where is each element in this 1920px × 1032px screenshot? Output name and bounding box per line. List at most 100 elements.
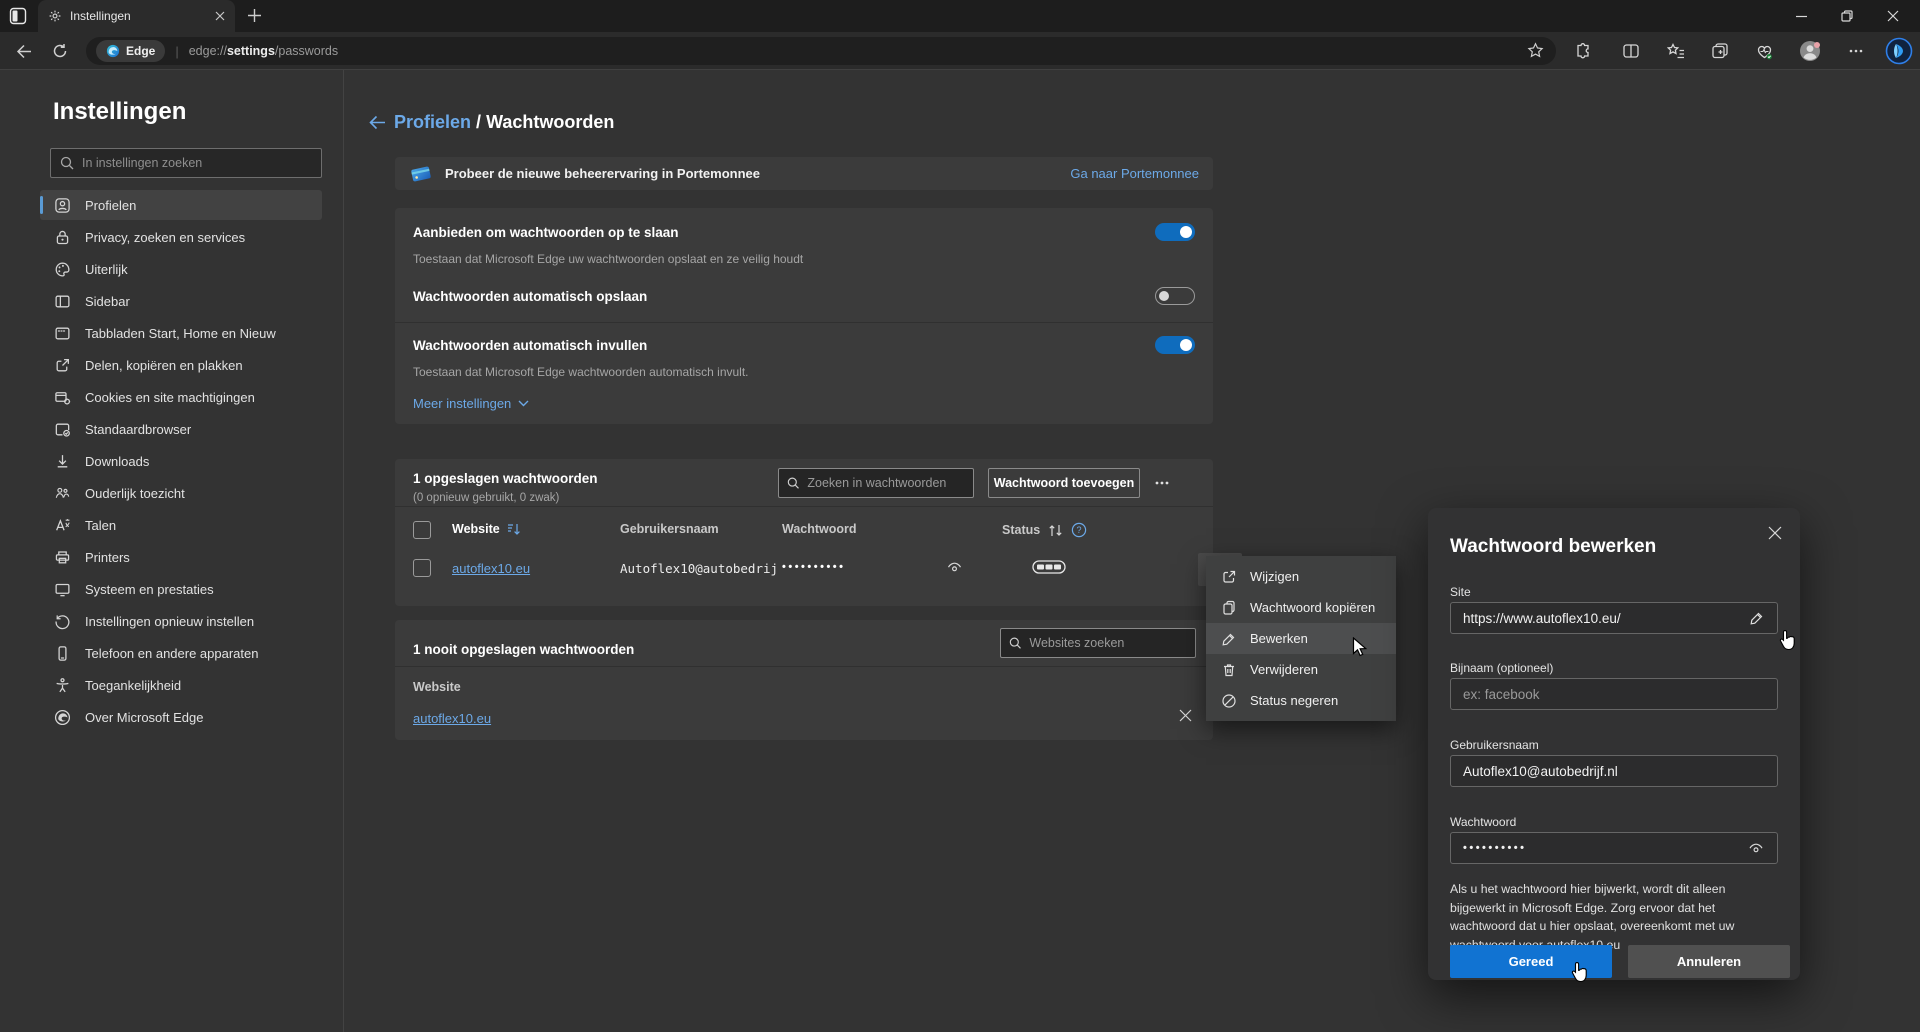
sidebar-item-toegankelijkheid[interactable]: Toegankelijkheid [40,670,322,700]
menu-item-status-negeren[interactable]: Status negeren [1206,685,1396,716]
sidebar-item-label: Standaardbrowser [85,422,191,437]
menu-item-wijzigen[interactable]: Wijzigen [1206,561,1396,592]
password-field[interactable] [1450,832,1778,864]
nickname-field[interactable] [1450,678,1778,710]
saved-more-icon[interactable] [1153,475,1171,491]
row-website-link[interactable]: autoflex10.eu [452,561,530,576]
breadcrumb-back-icon[interactable] [368,114,387,131]
copilot-icon[interactable] [1884,36,1914,66]
column-website[interactable]: Website [452,522,500,536]
site-input[interactable] [1463,611,1749,626]
restore-button[interactable] [1824,0,1870,32]
close-window-button[interactable] [1870,0,1916,32]
offer-save-description: Toestaan dat Microsoft Edge uw wachtwoor… [413,252,803,266]
username-field[interactable] [1450,755,1778,787]
profile-icon [54,197,71,214]
menu-item-wachtwoord-kopieren[interactable]: Wachtwoord kopiëren [1206,592,1396,623]
password-search-box[interactable] [778,468,974,498]
sidebar-item-downloads[interactable]: Downloads [40,446,322,476]
open-external-icon [1221,569,1237,585]
username-input[interactable] [1463,764,1765,779]
sidebar-item-cookies[interactable]: Cookies en site machtigingen [40,382,322,412]
dialog-title: Wachtwoord bewerken [1450,536,1656,558]
settings-search-box[interactable] [50,148,322,178]
dialog-close-icon[interactable] [1768,526,1782,540]
url-text: edge://settings/passwords [189,44,338,58]
minimize-button[interactable] [1778,0,1824,32]
remove-never-saved-icon[interactable] [1179,709,1192,722]
menu-item-bewerken[interactable]: Bewerken [1206,623,1396,654]
sidebar-item-label: Ouderlijk toezicht [85,486,185,501]
favorite-star-icon[interactable] [1527,42,1544,59]
back-icon[interactable] [12,39,36,63]
never-saved-website-link[interactable]: autoflex10.eu [413,711,491,726]
offer-save-toggle[interactable] [1155,223,1195,241]
tab-activities-icon[interactable] [9,7,27,25]
edit-site-pencil-icon[interactable] [1749,610,1765,626]
chip-separator: | [175,44,178,59]
tab-close-icon[interactable] [215,11,225,21]
column-status[interactable]: Status [1002,523,1040,537]
sort-descending-icon[interactable] [507,523,521,536]
copy-icon [1221,600,1237,616]
auto-save-toggle[interactable] [1155,287,1195,305]
select-all-checkbox[interactable] [413,521,431,539]
show-password-icon[interactable] [946,559,963,575]
browser-essentials-icon[interactable] [1752,39,1776,63]
reveal-password-icon[interactable] [1747,840,1765,856]
new-tab-button[interactable] [247,8,262,23]
sidebar-item-printers[interactable]: Printers [40,542,322,572]
sidebar-item-delen[interactable]: Delen, kopiëren en plakken [40,350,322,380]
add-password-button[interactable]: Wachtwoord toevoegen [988,468,1140,498]
sidebar-item-telefoon[interactable]: Telefoon en andere apparaten [40,638,322,668]
settings-search-input[interactable] [82,156,302,170]
sidebar-item-label: Delen, kopiëren en plakken [85,358,243,373]
sidebar-item-systeem[interactable]: Systeem en prestaties [40,574,322,604]
refresh-icon[interactable] [48,39,72,63]
nickname-input[interactable] [1463,687,1765,702]
sidebar-item-ouderlijk-toezicht[interactable]: Ouderlijk toezicht [40,478,322,508]
sidebar-item-uiterlijk[interactable]: Uiterlijk [40,254,322,284]
profile-avatar[interactable] [1798,39,1822,63]
website-search-input[interactable] [1029,636,1187,650]
sidebar-item-sidebar[interactable]: Sidebar [40,286,322,316]
phone-icon [54,645,71,662]
auto-fill-toggle[interactable] [1155,336,1195,354]
cancel-button[interactable]: Annuleren [1628,945,1790,978]
sidebar-item-reset[interactable]: Instellingen opnieuw instellen [40,606,322,636]
settings-more-icon[interactable] [1844,39,1868,63]
sidebar-item-tabbladen[interactable]: Tabbladen Start, Home en Nieuw [40,318,322,348]
row-checkbox[interactable] [413,559,431,577]
done-button[interactable]: Gereed [1450,945,1612,978]
languages-icon [54,517,71,534]
column-password: Wachtwoord [782,522,857,536]
status-strength-indicator [1032,560,1066,574]
menu-item-verwijderen[interactable]: Verwijderen [1206,654,1396,685]
password-input[interactable] [1463,842,1747,854]
auto-fill-label: Wachtwoorden automatisch invullen [413,338,647,353]
menu-item-label: Bewerken [1250,631,1308,646]
breadcrumb-parent-link[interactable]: Profielen [394,112,471,132]
extensions-icon[interactable] [1571,39,1595,63]
banner-link[interactable]: Ga naar Portemonnee [1070,166,1199,181]
sidebar-item-profielen[interactable]: Profielen [40,190,322,220]
password-search-input[interactable] [807,476,965,490]
address-bar[interactable]: Edge | edge://settings/passwords [86,37,1556,65]
site-field[interactable] [1450,602,1778,634]
favorites-icon[interactable] [1664,39,1688,63]
sidebar-item-standaardbrowser[interactable]: Standaardbrowser [40,414,322,444]
browser-tab[interactable]: Instellingen [38,0,235,32]
username-label: Gebruikersnaam [1450,738,1539,752]
split-screen-icon[interactable] [1619,39,1643,63]
more-settings-link[interactable]: Meer instellingen [413,396,529,411]
help-icon[interactable]: ? [1071,522,1087,538]
sidebar-item-label: Systeem en prestaties [85,582,214,597]
site-chip[interactable]: Edge [96,40,165,62]
collections-icon[interactable] [1708,39,1732,63]
sidebar-item-talen[interactable]: Talen [40,510,322,540]
svg-text:?: ? [1077,525,1082,535]
website-search-box[interactable] [1000,628,1196,658]
sidebar-item-over-edge[interactable]: Over Microsoft Edge [40,702,322,732]
sort-toggle-icon[interactable] [1048,524,1063,537]
sidebar-item-privacy[interactable]: Privacy, zoeken en services [40,222,322,252]
